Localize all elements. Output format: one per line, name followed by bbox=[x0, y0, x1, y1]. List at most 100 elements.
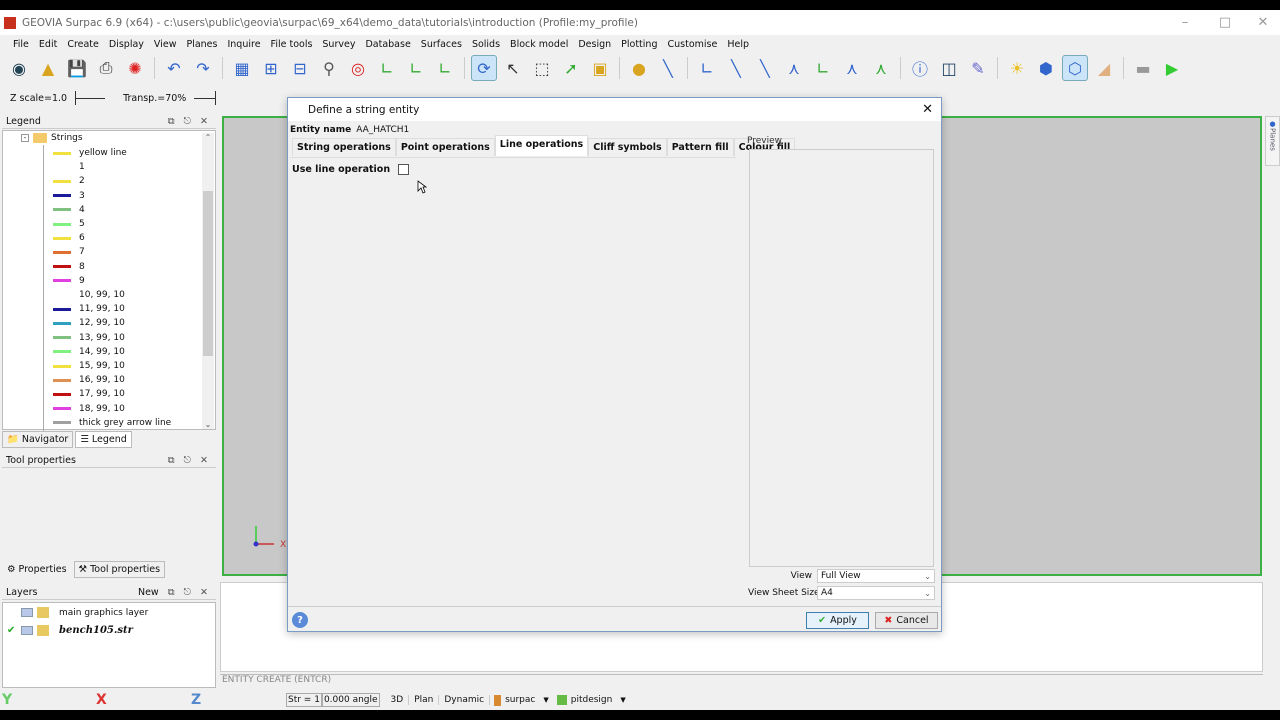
minimize-button[interactable]: – bbox=[1165, 10, 1205, 35]
float-icon[interactable]: ⧉ bbox=[168, 455, 175, 466]
menu-plotting[interactable]: Plotting bbox=[621, 39, 657, 50]
layer-item[interactable]: ✔ bench105.str bbox=[7, 625, 133, 636]
planes-side-tab[interactable]: ● Planes bbox=[1265, 116, 1280, 166]
tab-properties[interactable]: ⚙ Properties bbox=[2, 561, 72, 578]
legend-item[interactable]: 5 bbox=[43, 217, 85, 231]
legend-item[interactable]: 1 bbox=[43, 160, 85, 174]
close-icon[interactable]: ✕ bbox=[200, 116, 208, 127]
open-icon[interactable]: ▲ bbox=[35, 55, 61, 81]
menu-survey[interactable]: Survey bbox=[322, 39, 355, 50]
apply-button[interactable]: ✔ Apply bbox=[806, 612, 869, 629]
select-box-icon[interactable]: ⬚ bbox=[529, 55, 555, 81]
grid-icon[interactable]: ▦ bbox=[229, 55, 255, 81]
string-number-field[interactable]: Str = 1 bbox=[286, 693, 322, 707]
visibility-icon[interactable] bbox=[21, 626, 33, 635]
collapse-icon[interactable]: - bbox=[21, 134, 29, 142]
string-tool-6-icon[interactable]: ⋏ bbox=[839, 55, 865, 81]
help-button[interactable]: ? bbox=[292, 612, 308, 628]
menu-block-model[interactable]: Block model bbox=[510, 39, 568, 50]
legend-item[interactable]: 16, 99, 10 bbox=[43, 373, 125, 387]
maximize-button[interactable]: □ bbox=[1205, 10, 1245, 35]
legend-item[interactable]: thick grey arrow line bbox=[43, 416, 171, 430]
string-tool-3-icon[interactable]: ╲ bbox=[752, 55, 778, 81]
tab-line-operations[interactable]: Line operations bbox=[494, 135, 589, 156]
pin-icon[interactable]: ⎋ bbox=[184, 455, 192, 466]
legend-item[interactable]: 7 bbox=[43, 245, 85, 259]
legend-item[interactable]: 2 bbox=[43, 174, 85, 188]
z-scale-slider[interactable] bbox=[75, 91, 106, 105]
lock-icon[interactable] bbox=[37, 625, 49, 636]
dynamic-toggle[interactable]: Dynamic bbox=[439, 695, 491, 705]
use-line-operation-checkbox[interactable] bbox=[398, 164, 410, 175]
legend-item[interactable]: 18, 99, 10 bbox=[43, 402, 125, 416]
new-layer-button[interactable]: New bbox=[138, 587, 159, 598]
tab-point-operations[interactable]: Point operations bbox=[395, 138, 495, 156]
view-sheet-size-dropdown[interactable]: A4 ⌄ bbox=[817, 586, 935, 600]
select-pointer-icon[interactable]: ↖ bbox=[500, 55, 526, 81]
legend-scrollbar[interactable]: ⌃ ⌄ bbox=[202, 133, 214, 429]
toggle-on-icon[interactable]: ▶ bbox=[1159, 55, 1185, 81]
lock-icon[interactable] bbox=[37, 607, 49, 618]
menu-surfaces[interactable]: Surfaces bbox=[421, 39, 462, 50]
info-icon[interactable]: ⓘ bbox=[907, 55, 933, 81]
string-tool-4-icon[interactable]: ⋏ bbox=[781, 55, 807, 81]
tab-cliff-symbols[interactable]: Cliff symbols bbox=[588, 138, 667, 156]
menu-design[interactable]: Design bbox=[578, 39, 611, 50]
digitise-icon[interactable]: ╲ bbox=[655, 55, 681, 81]
dialog-close-button[interactable]: ✕ bbox=[922, 102, 933, 117]
play-icon[interactable]: ◉ bbox=[6, 55, 32, 81]
close-window-button[interactable]: ✕ bbox=[1243, 10, 1280, 35]
move-icon[interactable]: ➚ bbox=[558, 55, 584, 81]
wireframe-icon[interactable]: ⬡ bbox=[1062, 55, 1088, 81]
menu-view[interactable]: View bbox=[154, 39, 177, 50]
reset-icon[interactable]: ✺ bbox=[122, 55, 148, 81]
shade-icon[interactable]: ◢ bbox=[1091, 55, 1117, 81]
legend-item[interactable]: 9 bbox=[43, 274, 85, 288]
tab-pattern-fill[interactable]: Pattern fill bbox=[666, 138, 734, 156]
3d-toggle[interactable]: 3D bbox=[386, 695, 410, 705]
menu-display[interactable]: Display bbox=[109, 39, 144, 50]
tab-navigator[interactable]: 📁 Navigator bbox=[2, 431, 74, 448]
target-icon[interactable]: ◎ bbox=[345, 55, 371, 81]
angle-field[interactable]: 0.000 angle bbox=[321, 693, 380, 707]
view-dropdown[interactable]: Full View ⌄ bbox=[817, 569, 935, 583]
undo-icon[interactable]: ↶ bbox=[161, 55, 187, 81]
legend-item[interactable]: 14, 99, 10 bbox=[43, 345, 125, 359]
menu-solids[interactable]: Solids bbox=[472, 39, 500, 50]
scrollbar-thumb[interactable] bbox=[203, 191, 213, 356]
point-icon[interactable]: ● bbox=[626, 55, 652, 81]
zoom-window-icon[interactable]: ⚲ bbox=[316, 55, 342, 81]
legend-item[interactable]: yellow line bbox=[43, 146, 127, 160]
menu-file-tools[interactable]: File tools bbox=[271, 39, 313, 50]
light-icon[interactable]: ☀ bbox=[1004, 55, 1030, 81]
axis-yz-icon[interactable]: ∟ bbox=[432, 55, 458, 81]
chevron-down-icon[interactable]: ▼ bbox=[543, 696, 548, 704]
axis-xz-icon[interactable]: ∟ bbox=[403, 55, 429, 81]
legend-item[interactable]: 3 bbox=[43, 189, 85, 203]
menu-file[interactable]: File bbox=[13, 39, 29, 50]
legend-item[interactable]: 10, 99, 10 bbox=[43, 288, 125, 302]
transparency-slider[interactable] bbox=[194, 91, 217, 105]
section-icon[interactable]: ▣ bbox=[587, 55, 613, 81]
menu-inquire[interactable]: Inquire bbox=[227, 39, 260, 50]
legend-item[interactable]: 6 bbox=[43, 231, 85, 245]
legend-item[interactable]: 11, 99, 10 bbox=[43, 302, 125, 316]
menu-create[interactable]: Create bbox=[67, 39, 99, 50]
legend-item[interactable]: 15, 99, 10 bbox=[43, 359, 125, 373]
pin-icon[interactable]: ⎋ bbox=[184, 116, 192, 127]
legend-item[interactable]: 4 bbox=[43, 203, 85, 217]
redo-icon[interactable]: ↷ bbox=[190, 55, 216, 81]
save-icon[interactable]: 💾 bbox=[64, 55, 90, 81]
legend-item[interactable]: 17, 99, 10 bbox=[43, 387, 125, 401]
chevron-down-icon[interactable]: ▼ bbox=[620, 696, 625, 704]
zoom-out-icon[interactable]: ⊟ bbox=[287, 55, 313, 81]
menu-help[interactable]: Help bbox=[727, 39, 749, 50]
legend-item[interactable]: 12, 99, 10 bbox=[43, 316, 125, 330]
tab-string-operations[interactable]: String operations bbox=[292, 138, 396, 156]
zoom-in-icon[interactable]: ⊞ bbox=[258, 55, 284, 81]
legend-item[interactable]: 13, 99, 10 bbox=[43, 331, 125, 345]
solid-icon[interactable]: ⬢ bbox=[1033, 55, 1059, 81]
print-icon[interactable]: ⎙ bbox=[93, 55, 119, 81]
toggle-off-icon[interactable]: ▬ bbox=[1130, 55, 1156, 81]
string-tool-1-icon[interactable]: ∟ bbox=[694, 55, 720, 81]
